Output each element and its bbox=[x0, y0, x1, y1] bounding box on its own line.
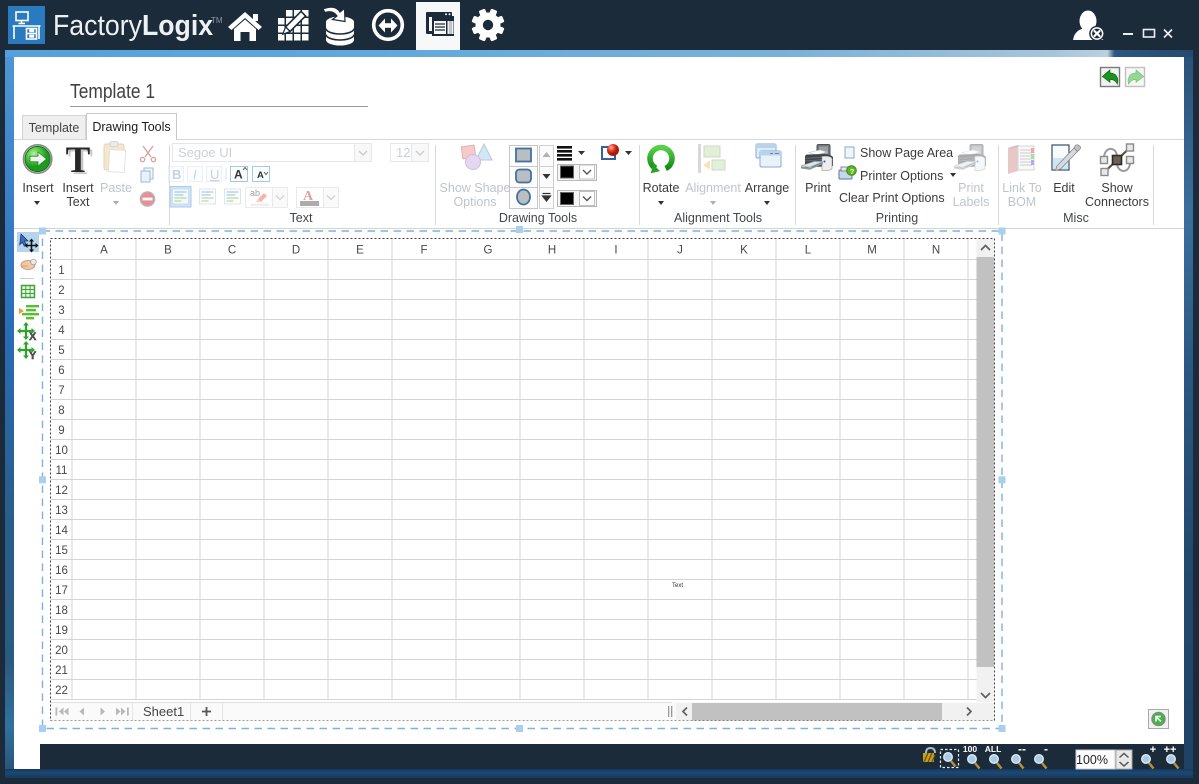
svg-text:20: 20 bbox=[55, 645, 68, 657]
svg-text:15: 15 bbox=[55, 545, 68, 557]
svg-text:E: E bbox=[356, 245, 364, 257]
svg-text:9: 9 bbox=[58, 425, 64, 437]
svg-text:G: G bbox=[484, 245, 493, 257]
svg-text:J: J bbox=[677, 245, 683, 257]
svg-text:4: 4 bbox=[58, 325, 65, 337]
svg-text:I: I bbox=[614, 245, 617, 257]
svg-text:14: 14 bbox=[55, 525, 68, 537]
svg-text:A: A bbox=[100, 245, 108, 257]
svg-text:17: 17 bbox=[55, 585, 68, 597]
svg-text:100%: 100% bbox=[1076, 753, 1108, 767]
svg-text:H: H bbox=[548, 245, 556, 257]
svg-text:--: -- bbox=[1018, 743, 1026, 756]
svg-text:2: 2 bbox=[58, 285, 64, 297]
svg-text:-: - bbox=[1044, 743, 1048, 756]
svg-text:Y: Y bbox=[29, 350, 37, 362]
svg-text:6: 6 bbox=[58, 365, 64, 377]
svg-text:100: 100 bbox=[963, 744, 977, 754]
svg-text:D: D bbox=[292, 245, 300, 257]
svg-text:19: 19 bbox=[55, 625, 68, 637]
svg-text:7: 7 bbox=[58, 385, 64, 397]
svg-text:5: 5 bbox=[58, 345, 64, 357]
svg-text:8: 8 bbox=[58, 405, 64, 417]
svg-text:16: 16 bbox=[55, 565, 68, 577]
svg-text:L: L bbox=[805, 245, 812, 257]
svg-text:C: C bbox=[228, 245, 236, 257]
svg-text:B: B bbox=[164, 245, 172, 257]
svg-text:21: 21 bbox=[55, 665, 68, 677]
svg-text:F: F bbox=[420, 245, 427, 257]
svg-text:++: ++ bbox=[1164, 744, 1177, 756]
svg-text:ALL: ALL bbox=[985, 744, 1002, 754]
svg-text:+: + bbox=[1150, 744, 1156, 756]
svg-text:3: 3 bbox=[58, 305, 64, 317]
svg-text:1: 1 bbox=[58, 265, 64, 277]
svg-text:N: N bbox=[932, 245, 940, 257]
svg-text:Text: Text bbox=[672, 583, 683, 589]
svg-text:X: X bbox=[29, 331, 37, 343]
svg-text:Sheet1: Sheet1 bbox=[143, 704, 184, 719]
svg-text:22: 22 bbox=[55, 685, 68, 697]
svg-text:M: M bbox=[867, 245, 877, 257]
svg-text:K: K bbox=[740, 245, 748, 257]
svg-text:12: 12 bbox=[55, 485, 68, 497]
svg-text:18: 18 bbox=[55, 605, 68, 617]
svg-text:10: 10 bbox=[55, 445, 68, 457]
svg-text:11: 11 bbox=[56, 465, 68, 477]
svg-text:13: 13 bbox=[55, 505, 68, 517]
